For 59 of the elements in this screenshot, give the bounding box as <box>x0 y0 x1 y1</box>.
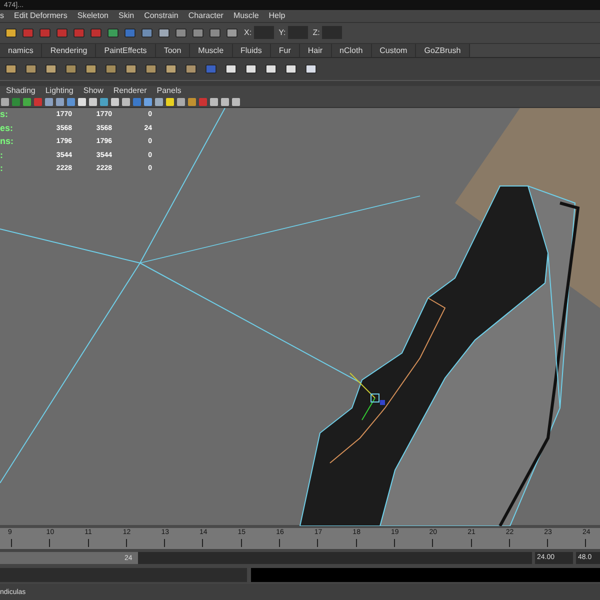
tool-icon[interactable] <box>191 26 205 40</box>
tool-icon[interactable] <box>157 26 171 40</box>
shelf-icon[interactable] <box>164 62 178 76</box>
stat-label: s: <box>0 110 10 120</box>
shelf-icon[interactable] <box>184 62 198 76</box>
coordinate-field[interactable] <box>322 26 342 39</box>
menu-item[interactable]: s <box>0 12 4 20</box>
menu-item[interactable]: Muscle <box>233 12 259 20</box>
coordinate-field[interactable] <box>288 26 308 39</box>
shelf-icon[interactable] <box>244 62 258 76</box>
shelf-tab[interactable]: Fluids <box>232 44 271 57</box>
field-label: X: <box>244 28 252 36</box>
field-label: Z: <box>312 28 320 36</box>
shelf-icon[interactable] <box>144 62 158 76</box>
shelf-icon[interactable] <box>224 62 238 76</box>
tool-icon[interactable] <box>208 26 222 40</box>
menu-item[interactable]: Character <box>188 12 224 20</box>
menu-item[interactable]: Skin <box>118 12 134 20</box>
command-line-field[interactable] <box>0 568 247 582</box>
field-label: Y: <box>278 28 286 36</box>
manipulator-icon[interactable] <box>350 372 385 420</box>
stat-label: ns: <box>0 137 14 148</box>
shelf-tab[interactable]: Rendering <box>42 44 96 57</box>
tool-icon[interactable] <box>140 26 154 40</box>
tool-icon[interactable] <box>174 26 188 40</box>
shelf-icon[interactable] <box>84 62 98 76</box>
stat-label: : <box>0 164 4 174</box>
shelf-icon[interactable] <box>124 62 138 76</box>
tool-icon[interactable] <box>225 26 239 40</box>
panel-menu-item[interactable]: Show <box>83 87 104 95</box>
shelf-icon[interactable] <box>4 62 18 76</box>
stat-label: : <box>0 150 4 161</box>
panel-menu-item[interactable]: Lighting <box>45 87 74 95</box>
tool-icon[interactable] <box>4 26 18 40</box>
shelf-tab[interactable]: Hair <box>300 44 332 57</box>
menu-item[interactable]: Constrain <box>144 12 178 20</box>
shelf-tab[interactable]: GoZBrush <box>416 44 470 57</box>
shelf-tab[interactable]: Fur <box>270 44 300 57</box>
coordinate-field[interactable] <box>254 26 274 39</box>
panel-menu-item[interactable]: Renderer <box>113 87 147 95</box>
menu-item[interactable]: Help <box>268 12 286 20</box>
shelf-tab[interactable]: namics <box>0 44 42 57</box>
panel-menu-item[interactable]: Panels <box>156 87 182 95</box>
menu-item[interactable]: Skeleton <box>77 12 108 20</box>
menu-item[interactable]: Edit Deformers <box>14 12 68 20</box>
shelf-icon[interactable] <box>44 62 58 76</box>
shelf-tab[interactable]: Custom <box>372 44 416 57</box>
shelf-icon[interactable] <box>24 62 38 76</box>
shelf-tab[interactable]: nCloth <box>332 44 372 57</box>
shelf-icon[interactable] <box>264 62 278 76</box>
shelf-tab[interactable]: Muscle <box>190 44 233 57</box>
shelf-icon[interactable] <box>304 62 318 76</box>
shelf-tab[interactable]: PaintEffects <box>96 44 156 57</box>
shelf-icon[interactable] <box>284 62 298 76</box>
shelf-tab[interactable]: Toon <box>156 44 190 57</box>
tool-icon[interactable] <box>123 26 137 40</box>
panel-menu-item[interactable]: Shading <box>6 87 36 95</box>
stat-label: es: <box>0 124 14 134</box>
tool-icon[interactable] <box>106 26 120 40</box>
